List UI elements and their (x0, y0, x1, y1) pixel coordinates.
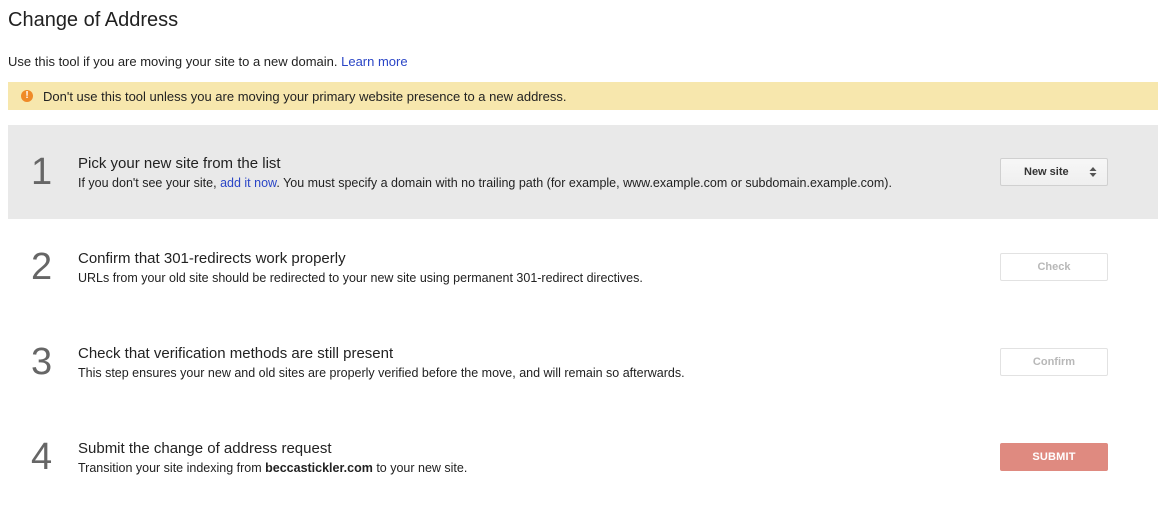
exclamation-circle-icon: ! (21, 90, 33, 102)
step-desc-text: If you don't see your site, (78, 176, 221, 190)
step-2-confirm-redirects: 2 Confirm that 301-redirects work proper… (8, 220, 1158, 314)
step-number: 1 (31, 151, 53, 193)
step-title: Submit the change of address request (78, 440, 332, 457)
warning-banner: ! Don't use this tool unless you are mov… (8, 82, 1158, 110)
submit-button[interactable]: SUBMIT (1000, 443, 1108, 471)
confirm-button[interactable]: Confirm (1000, 348, 1108, 376)
step-description: URLs from your old site should be redire… (78, 271, 643, 285)
step-desc-text: . You must specify a domain with no trai… (276, 176, 892, 190)
step-number: 4 (31, 436, 53, 478)
intro-description: Use this tool if you are moving your sit… (8, 54, 342, 69)
add-it-now-link[interactable]: add it now (220, 176, 276, 190)
up-down-arrows-icon (1089, 167, 1097, 177)
page-title: Change of Address (8, 9, 179, 31)
step-desc-text: Transition your site indexing from (78, 461, 266, 475)
step-description: If you don't see your site, add it now. … (78, 176, 892, 190)
step-title: Confirm that 301-redirects work properly (78, 250, 346, 267)
step-description: This step ensures your new and old sites… (78, 366, 685, 380)
step-number: 2 (31, 246, 53, 288)
step-number: 3 (31, 341, 53, 383)
step-title: Check that verification methods are stil… (78, 345, 394, 362)
intro-text: Use this tool if you are moving your sit… (8, 54, 408, 69)
learn-more-link[interactable]: Learn more (341, 54, 407, 69)
step-3-verification: 3 Check that verification methods are st… (8, 315, 1158, 409)
warning-text: Don't use this tool unless you are movin… (43, 88, 567, 104)
step-description: Transition your site indexing from becca… (78, 461, 467, 475)
step-1-pick-site: 1 Pick your new site from the list If yo… (8, 125, 1158, 219)
new-site-select-label: New site (1024, 166, 1069, 178)
old-site-domain: beccastickler.com (265, 461, 373, 475)
new-site-select[interactable]: New site (1000, 158, 1108, 186)
step-desc-text: to your new site. (372, 461, 468, 475)
step-4-submit: 4 Submit the change of address request T… (8, 410, 1158, 504)
step-title: Pick your new site from the list (78, 155, 281, 172)
check-button[interactable]: Check (1000, 253, 1108, 281)
change-of-address-page: Change of Address Use this tool if you a… (0, 0, 1169, 515)
